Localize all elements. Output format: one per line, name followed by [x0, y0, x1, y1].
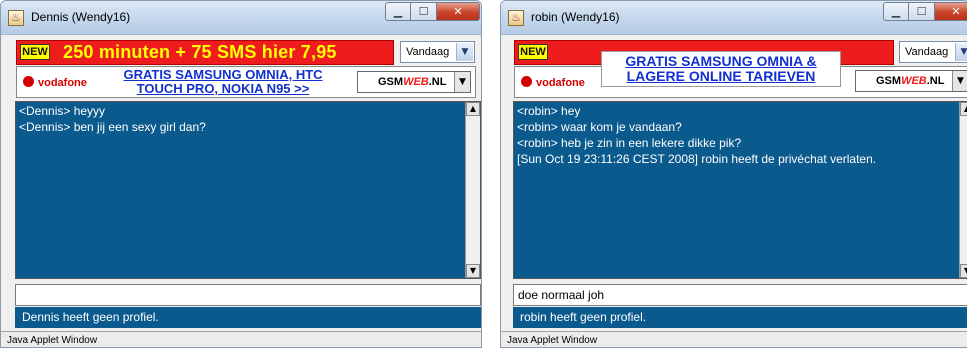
date-filter-value: Vandaag: [905, 46, 949, 58]
minimize-icon: ▁: [393, 5, 403, 18]
date-filter-value: Vandaag: [406, 46, 450, 58]
chat-message: <robin> waar kom je vandaan?: [517, 120, 682, 134]
ad-headline-bar[interactable]: NEW 250 minuten + 75 SMS hier 7,95: [16, 40, 394, 65]
close-icon: ✕: [951, 5, 961, 18]
java-icon: ♨: [508, 10, 524, 26]
maximize-icon: ☐: [916, 5, 927, 18]
title-bar[interactable]: ♨ robin (Wendy16) ▁ ☐ ✕: [501, 1, 967, 35]
new-badge: NEW: [20, 44, 50, 60]
scroll-down-icon[interactable]: ▼: [960, 264, 967, 278]
message-input[interactable]: [15, 284, 481, 306]
java-icon: ♨: [8, 10, 24, 26]
gsmweb-logo: GSMWEB.NL: [876, 75, 945, 87]
chevron-down-icon[interactable]: ▼: [955, 43, 967, 61]
chat-scrollbar[interactable]: ▲ ▼: [959, 102, 967, 278]
gsmweb-select[interactable]: GSMWEB.NL ▼: [855, 70, 967, 92]
close-button[interactable]: ✕: [437, 2, 480, 21]
scroll-down-icon[interactable]: ▼: [466, 264, 480, 278]
minimize-icon: ▁: [891, 5, 901, 18]
gsmweb-select[interactable]: GSMWEB.NL ▼: [357, 71, 471, 93]
chat-message: <robin> heb je zin in een lekere dikke p…: [517, 136, 742, 150]
message-list: <robin> hey <robin> waar kom je vandaan?…: [517, 103, 876, 167]
ad-banner[interactable]: NEW Vandaag ▼ vodafone GRATIS SAMSUNG OM…: [514, 40, 967, 98]
title-bar[interactable]: ♨ Dennis (Wendy16) ▁ ☐ ✕: [1, 1, 481, 35]
applet-footer: Java Applet Window: [501, 331, 967, 347]
date-filter-select[interactable]: Vandaag ▼: [400, 41, 475, 63]
chat-log[interactable]: <Dennis> heyyy <Dennis> ben jij een sexy…: [15, 101, 481, 279]
minimize-button[interactable]: ▁: [385, 2, 411, 21]
profile-status: Dennis heeft geen profiel.: [15, 307, 481, 328]
ad-promo-line1[interactable]: GRATIS SAMSUNG OMNIA &: [602, 54, 840, 69]
chat-window-robin: ♨ robin (Wendy16) ▁ ☐ ✕ NEW Vandaag ▼ vo…: [500, 0, 967, 348]
ad-promo-line1[interactable]: GRATIS SAMSUNG OMNIA, HTC: [103, 68, 343, 82]
vodafone-logo: vodafone: [521, 76, 585, 89]
message-input[interactable]: doe normaal joh: [513, 284, 967, 306]
chat-message: [Sun Oct 19 23:11:26 CEST 2008] robin he…: [517, 152, 877, 166]
chat-message: <Dennis> heyyy: [19, 104, 106, 118]
chat-window-dennis: ♨ Dennis (Wendy16) ▁ ☐ ✕ NEW 250 minuten…: [0, 0, 482, 348]
chat-message: <Dennis> ben jij een sexy girl dan?: [19, 120, 206, 134]
window-title: Dennis (Wendy16): [31, 10, 131, 24]
chat-message: <robin> hey: [517, 104, 581, 118]
chat-log[interactable]: <robin> hey <robin> waar kom je vandaan?…: [513, 101, 967, 279]
applet-footer: Java Applet Window: [1, 331, 481, 347]
ad-promo-bar[interactable]: vodafone GRATIS SAMSUNG OMNIA, HTC TOUCH…: [16, 66, 476, 98]
chevron-down-icon[interactable]: ▼: [456, 43, 473, 61]
window-title: robin (Wendy16): [531, 10, 620, 24]
maximize-button[interactable]: ☐: [909, 2, 935, 21]
chat-scrollbar[interactable]: ▲ ▼: [465, 102, 480, 278]
ad-promo-line2[interactable]: TOUCH PRO, NOKIA N95 >>: [103, 82, 343, 96]
ad-promo-text[interactable]: GRATIS SAMSUNG OMNIA & LAGERE ONLINE TAR…: [601, 51, 841, 87]
chevron-down-icon[interactable]: ▼: [454, 72, 470, 92]
ad-promo-text[interactable]: GRATIS SAMSUNG OMNIA, HTC TOUCH PRO, NOK…: [103, 68, 343, 96]
date-filter-select[interactable]: Vandaag ▼: [899, 41, 967, 63]
close-button[interactable]: ✕: [935, 2, 967, 21]
scroll-up-icon[interactable]: ▲: [466, 102, 480, 116]
message-list: <Dennis> heyyy <Dennis> ben jij een sexy…: [19, 103, 206, 135]
chevron-down-icon[interactable]: ▼: [952, 71, 967, 91]
close-icon: ✕: [453, 5, 463, 18]
ad-banner[interactable]: NEW 250 minuten + 75 SMS hier 7,95 Vanda…: [16, 40, 476, 98]
gsmweb-logo: GSMWEB.NL: [378, 76, 447, 88]
vodafone-logo: vodafone: [23, 76, 87, 89]
minimize-button[interactable]: ▁: [883, 2, 909, 21]
scroll-up-icon[interactable]: ▲: [960, 102, 967, 116]
maximize-icon: ☐: [418, 5, 429, 18]
maximize-button[interactable]: ☐: [411, 2, 437, 21]
new-badge: NEW: [518, 44, 548, 60]
ad-headline[interactable]: 250 minuten + 75 SMS hier 7,95: [63, 42, 337, 63]
profile-status: robin heeft geen profiel.: [513, 307, 967, 328]
ad-promo-line2[interactable]: LAGERE ONLINE TARIEVEN: [602, 69, 840, 84]
